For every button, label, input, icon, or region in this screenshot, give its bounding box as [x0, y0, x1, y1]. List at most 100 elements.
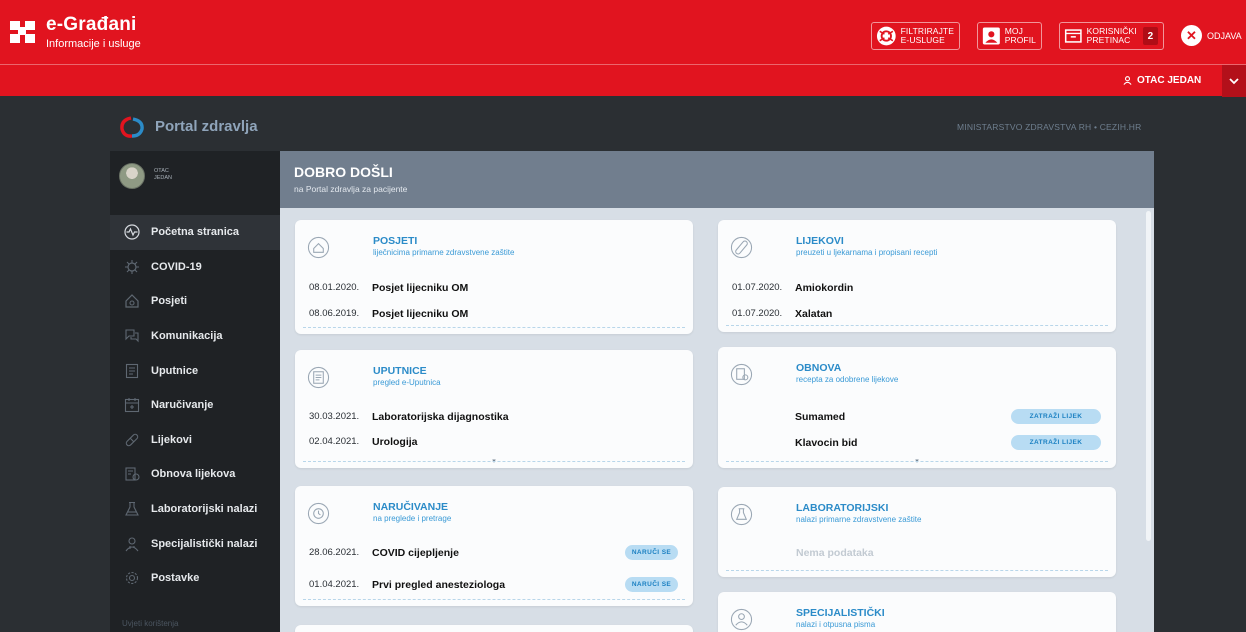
item-name: Posjet lijecniku OM	[372, 282, 469, 294]
card-subtitle: liječnicima primarne zdravstvene zaštite	[373, 248, 515, 257]
portal-logo-icon[interactable]	[119, 116, 145, 138]
list-item[interactable]: 01.07.2020. Amiokordin	[718, 282, 1116, 296]
card-specijalisticki[interactable]: SPECIJALISTIČKI nalazi i otpusna pisma	[718, 592, 1116, 632]
flask-icon	[730, 503, 753, 526]
sidebar-nav: Početna stranica COVID-19 Posjeti Komuni…	[110, 215, 280, 596]
book-button[interactable]: NARUČI SE	[625, 545, 678, 560]
chevron-down-icon	[1229, 77, 1239, 84]
sidebar-item-label: COVID-19	[151, 260, 202, 273]
list-item[interactable]: 28.06.2021. COVID cijepljenje NARUČI SE	[295, 545, 693, 561]
list-item[interactable]: 02.04.2021. Urologija	[295, 436, 693, 450]
sidebar-item-postavke[interactable]: Postavke	[110, 561, 280, 596]
gear-icon	[125, 572, 139, 585]
item-date: 01.04.2021.	[309, 579, 360, 590]
house-icon	[125, 294, 139, 309]
card-title[interactable]: OBNOVA	[796, 362, 841, 374]
sidebar-item-posjeti[interactable]: Posjeti	[110, 284, 280, 319]
card-posjeti[interactable]: POSJETI liječnicima primarne zdravstvene…	[295, 220, 693, 334]
expand-arrow-icon[interactable]: ▾	[718, 457, 1116, 465]
card-title[interactable]: POSJETI	[373, 235, 417, 247]
current-user[interactable]: OTAC JEDAN	[1123, 75, 1201, 86]
sidebar-item-label: Postavke	[151, 572, 200, 585]
filter-services-button[interactable]: FILTRIRAJTE E-USLUGE	[871, 22, 960, 50]
profile-name-line2: JEDAN	[154, 175, 173, 181]
request-drug-button[interactable]: ZATRAŽI LIJEK	[1011, 435, 1101, 450]
expand-arrow-icon[interactable]: ▾	[295, 457, 693, 465]
list-item[interactable]: 30.03.2021. Laboratorijska dijagnostika	[295, 411, 693, 425]
welcome-title: DOBRO DOŠLI	[294, 164, 393, 180]
card-obnova[interactable]: OBNOVA recepta za odobrene lijekove Suma…	[718, 347, 1116, 468]
doctor-icon	[125, 537, 139, 551]
card-lijekovi[interactable]: LIJEKOVI preuzeti u ljekarnama i propisa…	[718, 220, 1116, 332]
sidebar-item-label: Posjeti	[151, 295, 188, 308]
user-bar: OTAC JEDAN	[0, 64, 1246, 97]
item-name: Prvi pregled anesteziologa	[372, 579, 506, 591]
sidebar-item-komunikacija[interactable]: Komunikacija	[110, 319, 280, 354]
sidebar-item-specijalisticki[interactable]: Specijalistički nalazi	[110, 526, 280, 561]
request-drug-button[interactable]: ZATRAŽI LIJEK	[1011, 409, 1101, 424]
item-name: COVID cijepljenje	[372, 547, 459, 559]
card-title[interactable]: LIJEKOVI	[796, 235, 844, 247]
sidebar-item-uputnice[interactable]: Uputnice	[110, 353, 280, 388]
list-item[interactable]: 01.04.2021. Prvi pregled anesteziologa N…	[295, 577, 693, 593]
sidebar-item-laboratorijski[interactable]: Laboratorijski nalazi	[110, 492, 280, 527]
item-date: 28.06.2021.	[309, 547, 360, 558]
sidebar-item-lijekovi[interactable]: Lijekovi	[110, 423, 280, 458]
user-menu-toggle[interactable]	[1222, 65, 1246, 97]
inbox-count-badge: 2	[1142, 27, 1158, 45]
virus-icon	[125, 259, 139, 274]
sidebar-item-label: Laboratorijski nalazi	[151, 503, 258, 516]
empty-state: Nema podataka	[796, 547, 874, 559]
portal-title[interactable]: Portal zdravlja	[155, 118, 258, 135]
card-narucivanje[interactable]: NARUČIVANJE na preglede i pretrage 28.06…	[295, 486, 693, 606]
item-name: Xalatan	[795, 308, 833, 320]
sidebar-item-narucivanje[interactable]: Naručivanje	[110, 388, 280, 423]
card-subtitle: recepta za odobrene lijekove	[796, 375, 899, 384]
doctor-icon	[730, 608, 753, 631]
card-subtitle: na preglede i pretrage	[373, 514, 452, 523]
sidebar-item-pocetna[interactable]: Početna stranica	[110, 215, 280, 250]
welcome-subtitle: na Portal zdravlja za pacijente	[294, 184, 408, 194]
profile-icon	[982, 27, 1000, 45]
card-title[interactable]: UPUTNICE	[373, 365, 427, 377]
book-button[interactable]: NARUČI SE	[625, 577, 678, 592]
card-subtitle: pregled e-Uputnica	[373, 378, 441, 387]
user-inbox-button[interactable]: KORISNIČKI PRETINAC 2	[1059, 22, 1164, 50]
item-name: Posjet lijecniku OM	[372, 308, 469, 320]
sidebar-item-label: Komunikacija	[151, 330, 223, 343]
item-date: 01.07.2020.	[732, 308, 783, 319]
card-title[interactable]: NARUČIVANJE	[373, 501, 448, 513]
list-item[interactable]: Sumamed ZATRAŽI LIJEK	[718, 409, 1116, 425]
item-date: 02.04.2021.	[309, 436, 360, 447]
my-profile-button[interactable]: MOJ PROFIL	[977, 22, 1042, 50]
user-inbox-line2: PRETINAC	[1086, 35, 1131, 45]
sidebar-item-obnova-lijekova[interactable]: Obnova lijekova	[110, 457, 280, 492]
scrollbar[interactable]	[1146, 211, 1151, 541]
card-laboratorijski[interactable]: LABORATORIJSKI nalazi primarne zdravstve…	[718, 487, 1116, 577]
sidebar-profile[interactable]: OTAC JEDAN	[110, 151, 280, 207]
chat-icon	[125, 329, 139, 343]
list-item[interactable]: Klavocin bid ZATRAŽI LIJEK	[718, 435, 1116, 451]
terms-link[interactable]: Uvjeti korištenja	[122, 619, 178, 628]
visit-icon	[307, 236, 330, 259]
list-item[interactable]: 01.07.2020. Xalatan	[718, 308, 1116, 322]
card-title[interactable]: LABORATORIJSKI	[796, 502, 888, 514]
sidebar-item-label: Obnova lijekova	[151, 468, 236, 481]
card-subtitle: nalazi primarne zdravstvene zaštite	[796, 515, 922, 524]
sidebar-item-covid[interactable]: COVID-19	[110, 250, 280, 285]
card-title[interactable]: SPECIJALISTIČKI	[796, 607, 885, 619]
list-item[interactable]: 08.06.2019. Posjet lijecniku OM	[295, 308, 693, 322]
refill-icon	[125, 467, 140, 482]
e-gradani-logo[interactable]	[10, 21, 36, 43]
item-date: 01.07.2020.	[732, 282, 783, 293]
card-uputnice[interactable]: UPUTNICE pregled e-Uputnica 30.03.2021. …	[295, 350, 693, 468]
brand-title[interactable]: e-Građani	[46, 14, 137, 36]
card-partial[interactable]	[295, 625, 693, 632]
list-item[interactable]: 08.01.2020. Posjet lijecniku OM	[295, 282, 693, 296]
flask-icon	[125, 501, 139, 516]
sidebar-item-label: Početna stranica	[151, 226, 240, 239]
sidebar-item-label: Uputnice	[151, 364, 199, 377]
logout-button[interactable]: ✕ ODJAVA	[1181, 25, 1242, 46]
sidebar: OTAC JEDAN Početna stranica COVID-19 Pos…	[110, 151, 280, 632]
filter-services-icon	[876, 26, 896, 46]
